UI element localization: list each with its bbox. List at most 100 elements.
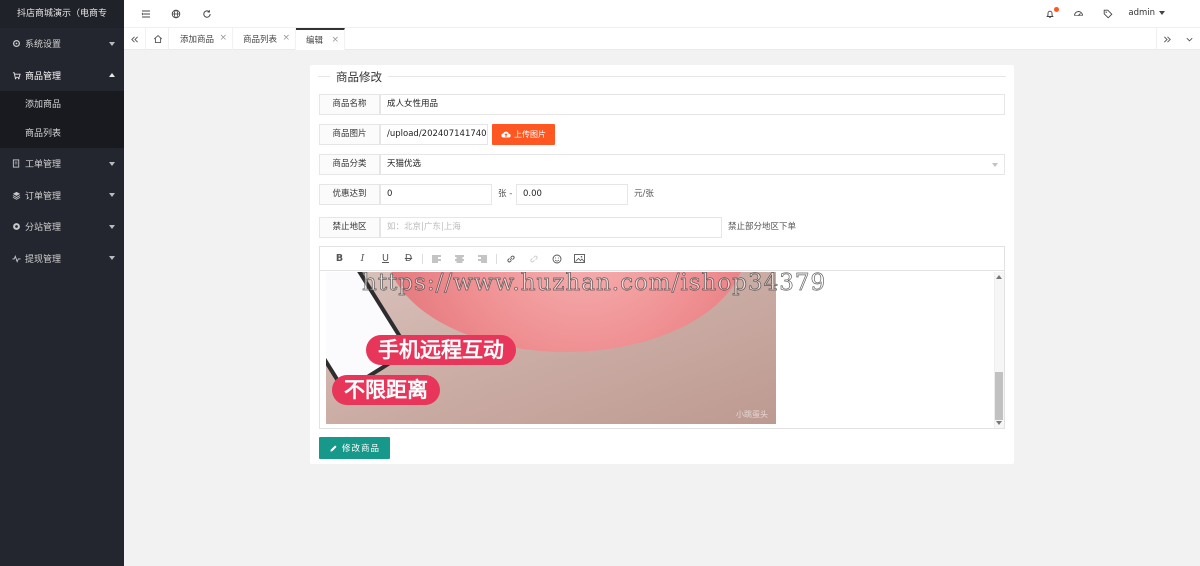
pulse-icon bbox=[11, 253, 21, 263]
tab-edit[interactable]: 编辑 × bbox=[296, 28, 345, 50]
gear-icon bbox=[11, 39, 21, 49]
submit-label: 修改商品 bbox=[342, 444, 381, 454]
product-submenu: 添加商品 商品列表 bbox=[0, 91, 124, 148]
cart-icon bbox=[11, 70, 21, 80]
user-name: admin bbox=[1128, 8, 1155, 18]
legend-divider bbox=[318, 76, 1006, 77]
globe-icon[interactable] bbox=[170, 8, 182, 20]
align-left-icon[interactable] bbox=[425, 251, 448, 267]
menu-label: 提现管理 bbox=[25, 254, 62, 265]
bell-icon[interactable] bbox=[1044, 7, 1059, 20]
layers-icon bbox=[11, 190, 21, 200]
sidebar-item-add-product[interactable]: 添加商品 bbox=[0, 91, 124, 120]
product-name-input[interactable]: 成人女性用品 bbox=[380, 94, 1005, 115]
banner-small-text: 小跳蛋头 bbox=[736, 410, 768, 419]
form-legend: 商品修改 bbox=[330, 69, 388, 85]
unlink-icon[interactable] bbox=[522, 251, 545, 267]
discount-count-input[interactable]: 0 bbox=[380, 184, 492, 205]
sidebar-item-product-list[interactable]: 商品列表 bbox=[0, 120, 124, 149]
toolbar-divider bbox=[422, 253, 423, 264]
refresh-icon[interactable] bbox=[201, 8, 213, 20]
update-product-button[interactable]: 修改商品 bbox=[319, 437, 391, 459]
chevron-down-icon bbox=[109, 256, 115, 261]
tab-label: 编辑 bbox=[306, 36, 324, 46]
site-watermark: https://www.huzhan.com/ishop34379 bbox=[362, 270, 827, 297]
chevron-down-icon bbox=[109, 193, 115, 198]
close-icon[interactable]: × bbox=[219, 34, 227, 43]
cloud-upload-icon bbox=[501, 131, 511, 138]
product-category-label: 商品分类 bbox=[319, 154, 380, 175]
tab-label: 添加商品 bbox=[180, 35, 215, 45]
align-center-icon[interactable] bbox=[448, 251, 471, 267]
menu-substation-management[interactable]: 分站管理 bbox=[0, 211, 124, 243]
menu-label: 系统设置 bbox=[25, 40, 62, 51]
app-brand[interactable]: 抖店商城演示（电商专 bbox=[0, 0, 124, 28]
menu-ticket-management[interactable]: 工单管理 bbox=[0, 148, 124, 180]
chevron-down-icon bbox=[109, 161, 115, 166]
menu-label: 分站管理 bbox=[25, 223, 62, 234]
editor-toolbar: B I U D bbox=[320, 247, 1004, 271]
tabs-bar: 添加商品 × 商品列表 × 编辑 × bbox=[124, 28, 1200, 50]
chevron-down-icon bbox=[992, 163, 998, 167]
category-value: 天猫优选 bbox=[387, 159, 422, 169]
theme-icon[interactable] bbox=[1072, 8, 1084, 20]
tab-add-product[interactable]: 添加商品 × bbox=[170, 28, 233, 50]
tab-options-icon[interactable] bbox=[1178, 28, 1200, 50]
menu-product-management[interactable]: 商品管理 bbox=[0, 60, 124, 92]
scroll-right-icon[interactable] bbox=[1156, 28, 1178, 50]
chevron-down-icon bbox=[109, 224, 115, 229]
italic-icon[interactable]: I bbox=[351, 251, 374, 267]
tag-icon[interactable] bbox=[1102, 8, 1114, 20]
banner-text-2: 不限距离 bbox=[332, 375, 440, 405]
menu-label: 工单管理 bbox=[25, 160, 62, 171]
product-edit-card: 商品修改 商品名称 成人女性用品 商品图片 /upload/2024071417… bbox=[310, 65, 1014, 464]
editor-scrollbar[interactable] bbox=[994, 272, 1004, 428]
align-right-icon[interactable] bbox=[471, 251, 494, 267]
tab-label: 商品列表 bbox=[243, 35, 278, 45]
home-icon[interactable] bbox=[147, 28, 169, 50]
tab-product-list[interactable]: 商品列表 × bbox=[233, 28, 296, 50]
sidebar: 抖店商城演示（电商专 系统设置 商品管理 添加商品 商品列表 工单管理 订单管理 bbox=[0, 0, 124, 566]
menu-label: 订单管理 bbox=[25, 191, 62, 202]
image-icon[interactable] bbox=[568, 251, 591, 267]
menu-order-management[interactable]: 订单管理 bbox=[0, 180, 124, 212]
scroll-up-icon[interactable] bbox=[996, 275, 1002, 279]
user-menu[interactable]: admin bbox=[1128, 8, 1165, 18]
menu-toggle-icon[interactable] bbox=[140, 8, 152, 20]
chevron-down-icon bbox=[109, 41, 115, 46]
discount-amount-input[interactable]: 0.00 bbox=[516, 184, 628, 205]
product-image-label: 商品图片 bbox=[319, 124, 380, 145]
product-image-input[interactable]: /upload/20240714174043287 bbox=[380, 124, 488, 145]
banner-text-1: 手机远程互动 bbox=[366, 335, 516, 365]
notification-dot bbox=[1054, 7, 1059, 12]
caret-down-icon bbox=[1159, 11, 1165, 15]
close-icon[interactable]: × bbox=[282, 34, 290, 43]
menu-withdraw-management[interactable]: 提现管理 bbox=[0, 243, 124, 275]
blocked-region-label: 禁止地区 bbox=[319, 217, 380, 238]
link-icon[interactable] bbox=[499, 251, 522, 267]
discount-unit-text: 张 - bbox=[498, 189, 513, 199]
discount-label: 优惠达到 bbox=[319, 184, 380, 205]
globe-icon bbox=[11, 222, 21, 232]
document-icon bbox=[11, 159, 21, 169]
top-header: admin bbox=[124, 0, 1200, 28]
underline-icon[interactable]: U bbox=[374, 251, 397, 267]
emoji-icon[interactable] bbox=[545, 251, 568, 267]
product-category-select[interactable]: 天猫优选 bbox=[380, 154, 1005, 175]
close-icon[interactable]: × bbox=[331, 36, 339, 45]
upload-image-button[interactable]: 上传图片 bbox=[492, 124, 555, 145]
pencil-icon bbox=[330, 444, 337, 452]
strikethrough-icon[interactable]: D bbox=[397, 251, 420, 267]
product-name-label: 商品名称 bbox=[319, 94, 380, 115]
scrollbar-thumb[interactable] bbox=[995, 372, 1003, 420]
upload-button-label: 上传图片 bbox=[514, 130, 546, 139]
bold-icon[interactable]: B bbox=[328, 251, 351, 267]
menu-label: 商品管理 bbox=[25, 71, 62, 82]
chevron-up-icon bbox=[109, 73, 115, 78]
blocked-region-input[interactable]: 如：北京|广东|上海 bbox=[380, 217, 722, 238]
toolbar-divider bbox=[496, 253, 497, 264]
scroll-down-icon[interactable] bbox=[996, 421, 1002, 425]
discount-suffix-text: 元/张 bbox=[634, 189, 654, 199]
scroll-left-icon[interactable] bbox=[124, 28, 146, 50]
menu-system-settings[interactable]: 系统设置 bbox=[0, 28, 124, 60]
